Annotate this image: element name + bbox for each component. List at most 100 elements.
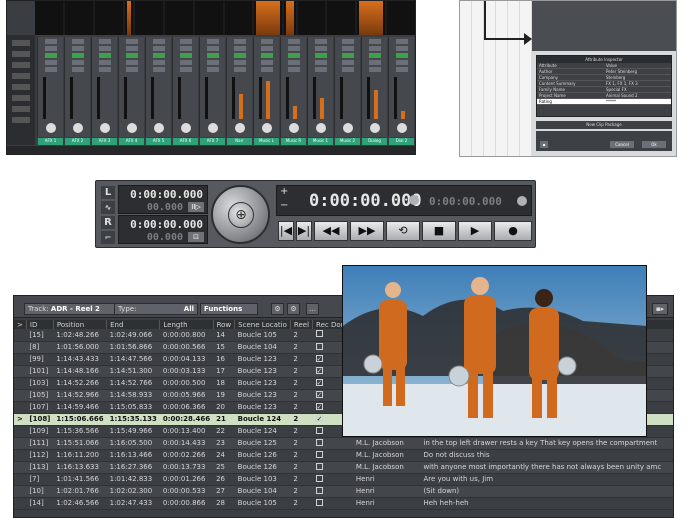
channel-button[interactable] — [71, 67, 84, 72]
channel-fader[interactable] — [43, 77, 46, 119]
channel-button[interactable] — [395, 46, 408, 51]
drop-area[interactable] — [532, 1, 676, 51]
channel-strip[interactable]: AFX 6 — [172, 37, 198, 145]
channel-fader[interactable] — [232, 77, 235, 119]
track-select[interactable]: Track: ADR - Reel 2 — [24, 303, 116, 315]
pan-knob[interactable] — [289, 123, 299, 133]
channel-button[interactable] — [125, 67, 138, 72]
channel-button[interactable] — [287, 53, 300, 58]
channel-button[interactable] — [341, 53, 354, 58]
fast-forward-button[interactable]: ▶▶ — [350, 221, 384, 241]
inspector-value[interactable]: Special FX — [604, 87, 671, 92]
channel-name[interactable]: Dialog — [362, 138, 387, 145]
channel-fader[interactable] — [97, 77, 100, 119]
channel-button[interactable] — [125, 39, 138, 44]
channel-name[interactable]: Music R — [281, 138, 306, 145]
stop-button[interactable]: ■ — [422, 221, 456, 241]
table-row[interactable]: [10] 1:02:01.766 1:02:02.300 0:00:00.533 27 B… — [14, 485, 673, 498]
secondary-time-format-icon[interactable] — [517, 196, 527, 206]
channel-button[interactable] — [44, 39, 57, 44]
channel-name[interactable]: Narr — [227, 138, 252, 145]
cycle-button[interactable]: ⟲ — [386, 221, 420, 241]
channel-button[interactable] — [179, 67, 192, 72]
channel-button[interactable] — [152, 53, 165, 58]
left-locator-icon[interactable]: L — [101, 186, 115, 199]
channel-button[interactable] — [233, 53, 246, 58]
column-header[interactable]: Position — [53, 320, 108, 329]
column-header[interactable]: Scene Locatio — [234, 320, 291, 329]
channel-button[interactable] — [341, 46, 354, 51]
channel-button[interactable] — [44, 60, 57, 65]
inspector-value[interactable]: Steinberg — [604, 75, 671, 80]
pan-knob[interactable] — [127, 123, 137, 133]
pan-knob[interactable] — [370, 123, 380, 133]
column-header[interactable]: Row — [213, 320, 236, 329]
channel-button[interactable] — [260, 53, 273, 58]
channel-strip[interactable]: Dial 2 — [388, 37, 414, 145]
more-icon[interactable]: … — [306, 303, 319, 315]
rec-done-checkbox[interactable] — [315, 474, 323, 482]
inspector-row[interactable]: Rating ***** — [537, 99, 671, 105]
primary-time-format-icon[interactable] — [409, 195, 419, 205]
column-header[interactable]: Reel — [290, 320, 314, 329]
play-button[interactable]: ▶ — [458, 221, 492, 241]
rec-done-checkbox[interactable]: ✓ — [315, 391, 323, 399]
channel-strip[interactable]: Dialog — [361, 37, 387, 145]
channel-button[interactable] — [233, 46, 246, 51]
rec-done-checkbox[interactable]: ✓ — [315, 367, 323, 375]
channel-button[interactable] — [341, 39, 354, 44]
channel-button[interactable] — [368, 67, 381, 72]
channel-button[interactable] — [395, 39, 408, 44]
pan-knob[interactable] — [154, 123, 164, 133]
channel-strip[interactable]: AFX 5 — [145, 37, 171, 145]
channel-button[interactable] — [341, 67, 354, 72]
column-header[interactable]: End — [106, 320, 161, 329]
rec-done-checkbox[interactable] — [315, 486, 323, 494]
channel-button[interactable] — [314, 60, 327, 65]
inspector-value[interactable]: Animal Sound 2 — [604, 93, 671, 98]
info-icon[interactable]: ▪ — [540, 141, 548, 148]
channel-fader[interactable] — [367, 77, 370, 119]
mixer-tool-column[interactable] — [7, 35, 35, 145]
channel-strip[interactable]: Music 1 — [307, 37, 333, 145]
record-mode-icon[interactable]: ⊡ — [188, 232, 204, 242]
new-clip-package-button[interactable]: New Clip Package — [536, 121, 672, 129]
pan-knob[interactable] — [73, 123, 83, 133]
pan-knob[interactable] — [343, 123, 353, 133]
channel-button[interactable] — [206, 60, 219, 65]
go-to-start-button[interactable]: |◀ — [278, 221, 294, 241]
cycle-icon[interactable]: ∿ — [101, 201, 115, 214]
channel-button[interactable] — [152, 67, 165, 72]
channel-button[interactable] — [395, 53, 408, 58]
channel-strip[interactable]: AFX 2 — [64, 37, 90, 145]
rec-done-checkbox[interactable]: ✓ — [315, 403, 323, 411]
channel-button[interactable] — [44, 46, 57, 51]
channel-name[interactable]: AFX 6 — [173, 138, 198, 145]
channel-button[interactable] — [287, 60, 300, 65]
channel-button[interactable] — [314, 53, 327, 58]
channel-button[interactable] — [98, 46, 111, 51]
channel-button[interactable] — [152, 60, 165, 65]
channel-name[interactable]: AFX 5 — [146, 138, 171, 145]
channel-name[interactable]: Music 1 — [308, 138, 333, 145]
rec-done-checkbox[interactable] — [315, 438, 323, 446]
window-layout-icon[interactable]: ▪▸ — [652, 303, 668, 315]
channel-button[interactable] — [71, 60, 84, 65]
rec-done-checkbox[interactable] — [315, 342, 323, 350]
channel-button[interactable] — [287, 39, 300, 44]
sync-icon[interactable]: II▷ — [188, 202, 204, 212]
channel-button[interactable] — [260, 46, 273, 51]
channel-fader[interactable] — [70, 77, 73, 119]
jog-wheel[interactable]: ⊕ — [211, 185, 270, 244]
inspector-value[interactable]: ***** — [604, 99, 671, 104]
channel-fader[interactable] — [151, 77, 154, 119]
channel-button[interactable] — [206, 67, 219, 72]
channel-button[interactable] — [98, 60, 111, 65]
pan-knob[interactable] — [235, 123, 245, 133]
channel-button[interactable] — [341, 60, 354, 65]
inspector-value[interactable]: Peter Steinberg — [604, 69, 671, 74]
left-locator-display[interactable]: 0:00:00.000 00.000 II▷ — [118, 185, 208, 214]
rec-done-checkbox[interactable]: ✓ — [315, 415, 323, 423]
channel-strip[interactable]: Music L — [253, 37, 279, 145]
channel-strip[interactable]: AFX 4 — [118, 37, 144, 145]
